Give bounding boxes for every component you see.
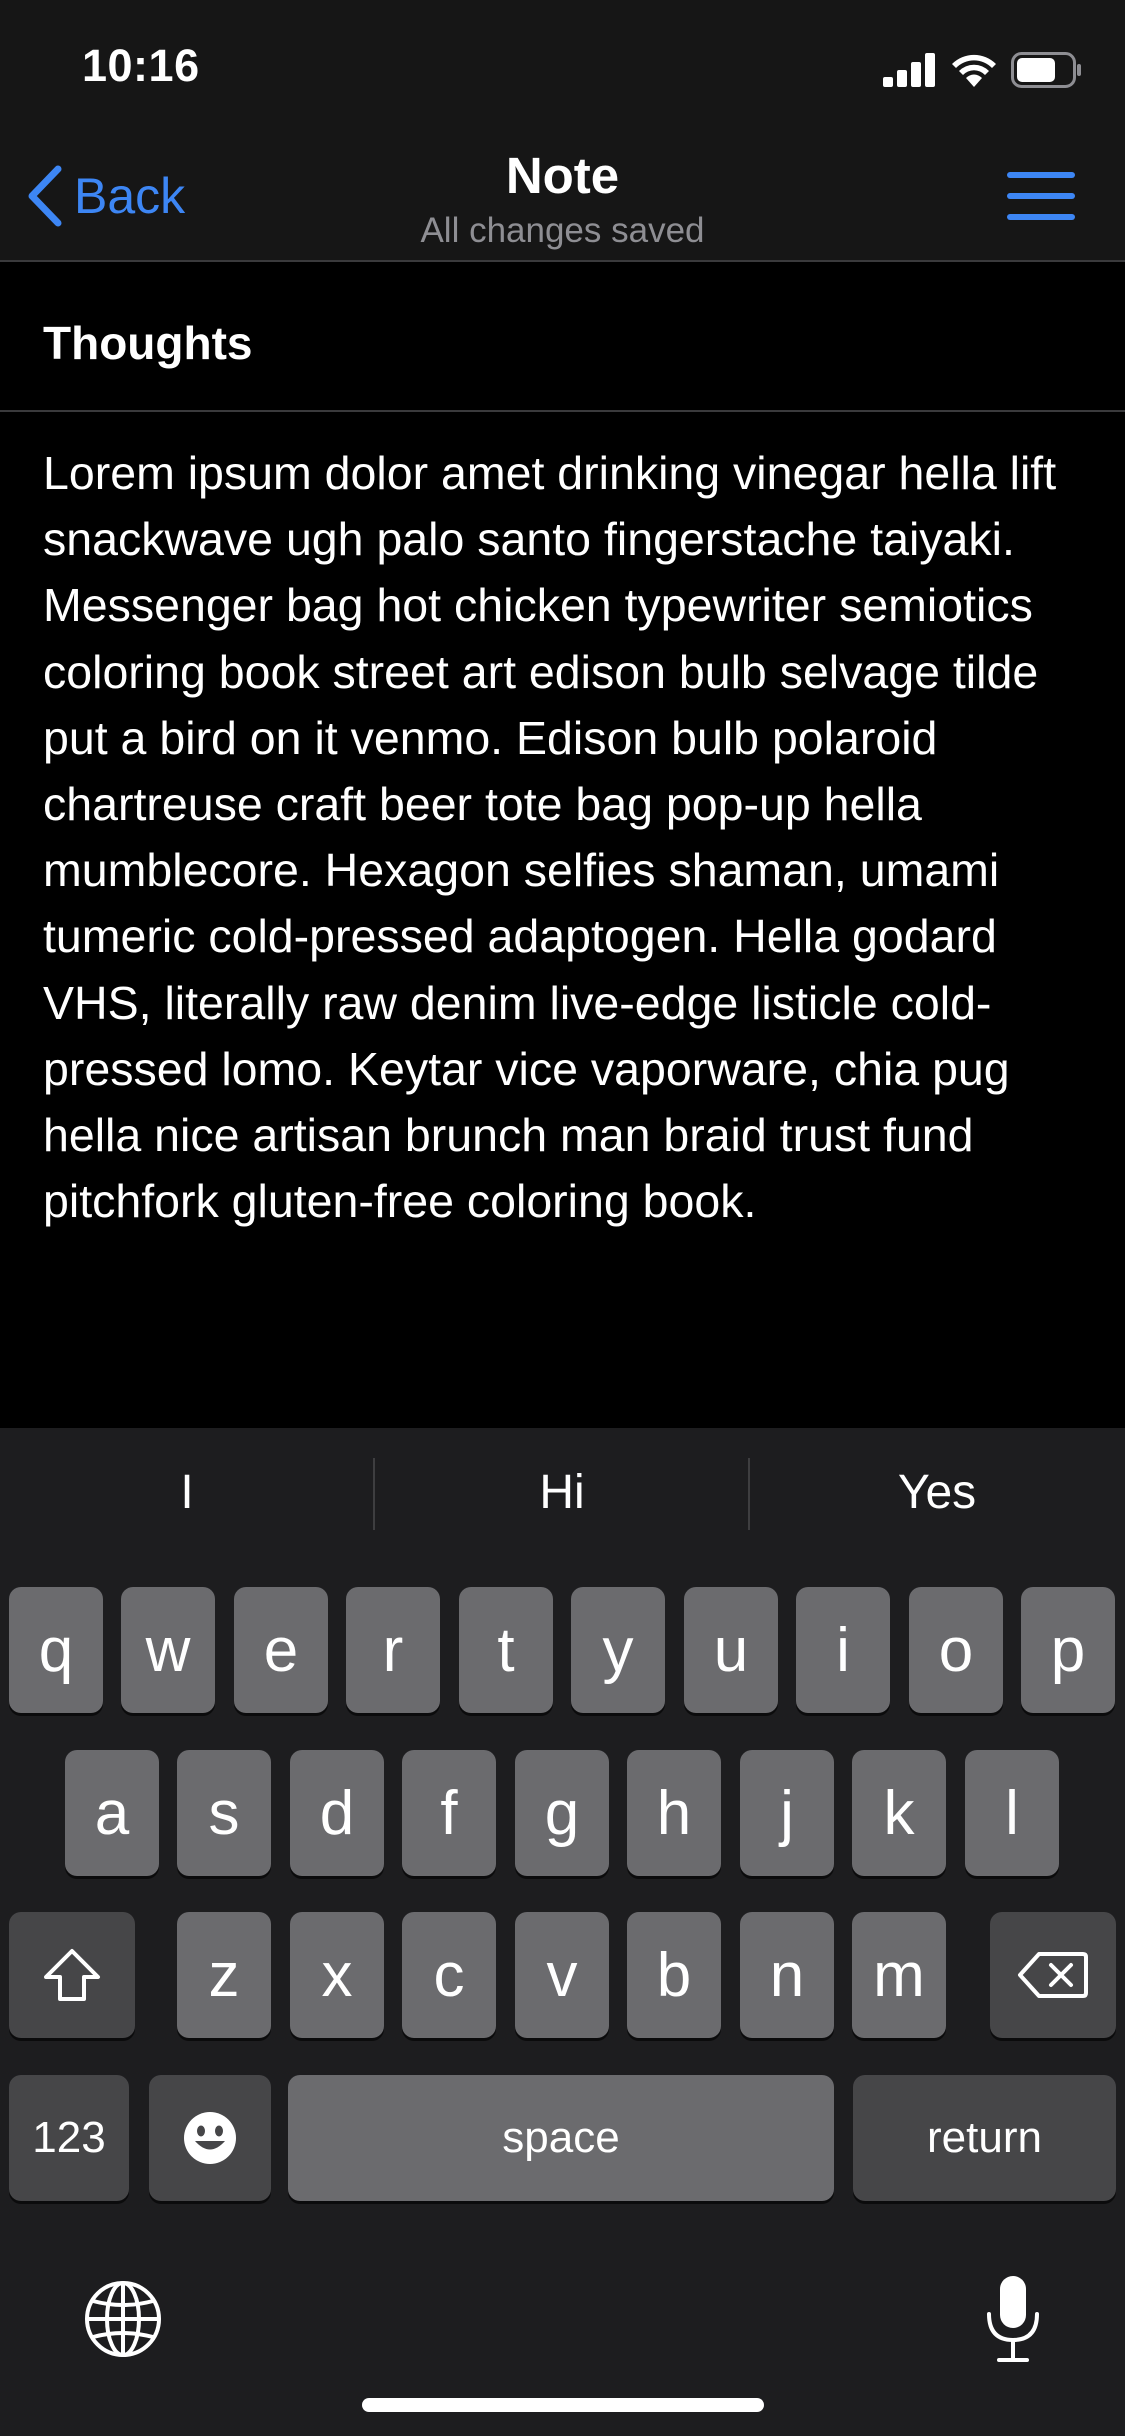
emoji-icon <box>184 2112 236 2164</box>
key-r[interactable]: r <box>346 1587 440 1713</box>
key-s[interactable]: s <box>177 1750 271 1876</box>
key-p[interactable]: p <box>1021 1587 1115 1713</box>
save-status: All changes saved <box>420 211 705 250</box>
key-x[interactable]: x <box>290 1912 384 2038</box>
cellular-signal-icon <box>883 53 935 87</box>
key-v[interactable]: v <box>515 1912 609 2038</box>
emoji-key[interactable] <box>149 2075 271 2201</box>
key-f[interactable]: f <box>402 1750 496 1876</box>
suggestion-2[interactable]: Hi <box>375 1458 749 1528</box>
dictation-button[interactable] <box>968 2264 1058 2374</box>
globe-button[interactable] <box>78 2274 168 2364</box>
page-title: Note <box>505 147 620 204</box>
key-u[interactable]: u <box>684 1587 778 1713</box>
microphone-icon <box>987 2276 1039 2362</box>
note-title: Thoughts <box>43 317 253 369</box>
key-h[interactable]: h <box>627 1750 721 1876</box>
key-m[interactable]: m <box>852 1912 946 2038</box>
key-e[interactable]: e <box>234 1587 328 1713</box>
space-key[interactable]: space <box>288 2075 834 2201</box>
key-y[interactable]: y <box>571 1587 665 1713</box>
suggestion-1[interactable]: I <box>0 1458 374 1528</box>
hamburger-menu-icon <box>1007 172 1075 178</box>
key-o[interactable]: o <box>909 1587 1003 1713</box>
key-b[interactable]: b <box>627 1912 721 2038</box>
wifi-icon <box>952 54 996 87</box>
shift-key[interactable] <box>9 1912 135 2038</box>
numbers-key[interactable]: 123 <box>9 2075 129 2201</box>
status-time: 10:16 <box>82 40 200 91</box>
key-z[interactable]: z <box>177 1912 271 2038</box>
key-d[interactable]: d <box>290 1750 384 1876</box>
menu-button[interactable] <box>1007 172 1077 220</box>
status-icons <box>883 50 1083 90</box>
delete-key[interactable] <box>990 1912 1116 2038</box>
nav-title-block: Note All changes saved <box>0 146 1125 251</box>
note-body-textarea[interactable]: Lorem ipsum dolor amet drinking vinegar … <box>43 440 1103 1234</box>
shift-icon <box>44 1949 100 2001</box>
battery-icon <box>1011 52 1081 88</box>
key-l[interactable]: l <box>965 1750 1059 1876</box>
delete-icon <box>1018 1952 1088 1998</box>
key-t[interactable]: t <box>459 1587 553 1713</box>
note-title-field[interactable]: Thoughts <box>0 262 1125 412</box>
status-bar: 10:16 <box>0 0 1125 132</box>
key-j[interactable]: j <box>740 1750 834 1876</box>
globe-icon <box>85 2281 161 2357</box>
key-w[interactable]: w <box>121 1587 215 1713</box>
predictive-suggestions: I Hi Yes <box>0 1428 1125 1558</box>
key-n[interactable]: n <box>740 1912 834 2038</box>
key-q[interactable]: q <box>9 1587 103 1713</box>
suggestion-3[interactable]: Yes <box>750 1458 1124 1528</box>
key-i[interactable]: i <box>796 1587 890 1713</box>
return-key[interactable]: return <box>853 2075 1116 2201</box>
navigation-bar: Back Note All changes saved <box>0 132 1125 262</box>
key-a[interactable]: a <box>65 1750 159 1876</box>
key-c[interactable]: c <box>402 1912 496 2038</box>
home-indicator[interactable] <box>362 2398 764 2412</box>
keyboard: I Hi Yes q w e r t y u i o p a s d f g h… <box>0 1428 1125 2436</box>
key-g[interactable]: g <box>515 1750 609 1876</box>
key-k[interactable]: k <box>852 1750 946 1876</box>
